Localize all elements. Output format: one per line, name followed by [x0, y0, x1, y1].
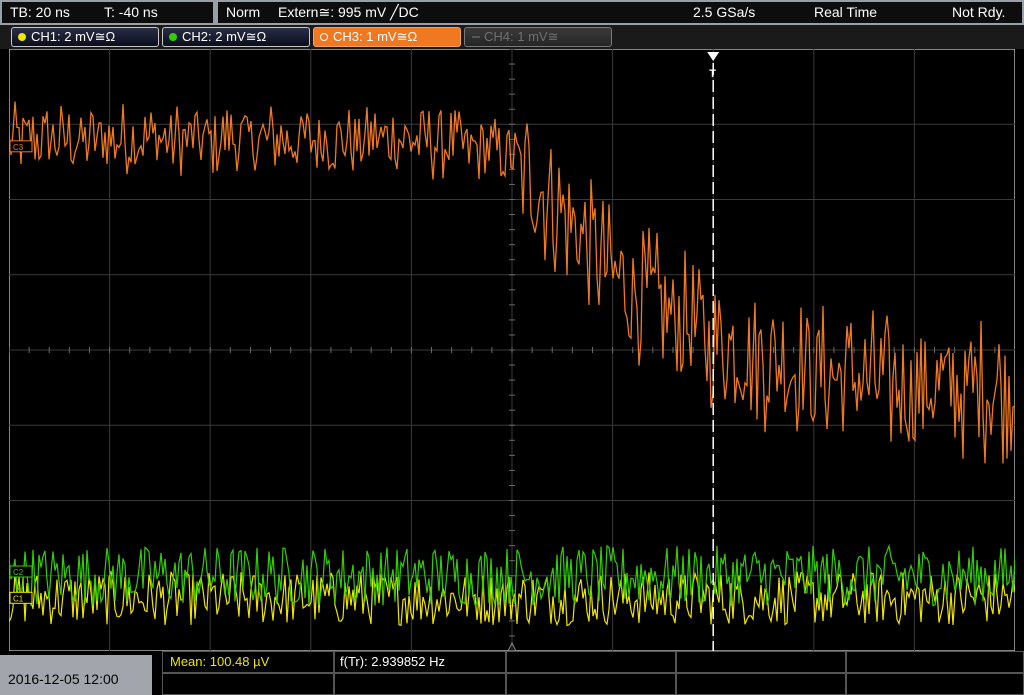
sample-rate-readout[interactable]: 2.5 GSa/s [693, 2, 755, 23]
timebase-panel[interactable]: TB: 20 ns T: -40 ns [2, 2, 213, 23]
channel-1-indicator-icon [18, 33, 26, 41]
channel-tab-bar: CH1: 2 mV≅Ω CH2: 2 mV≅Ω CH3: 1 mV≅Ω CH4:… [0, 25, 1024, 49]
measurement-slot-10[interactable] [846, 673, 1024, 695]
channel-3-indicator-icon [320, 33, 328, 41]
ch2-marker[interactable]: C2 [9, 565, 33, 578]
channel-3-tab[interactable]: CH3: 1 mV≅Ω [313, 27, 461, 47]
trigger-offset-readout[interactable]: T: -40 ns [104, 2, 158, 23]
channel-1-tab[interactable]: CH1: 2 mV≅Ω [11, 27, 159, 47]
channel-2-indicator-icon [169, 33, 177, 41]
measurement-slot-7[interactable] [334, 673, 506, 695]
channel-4-off-icon [472, 36, 480, 38]
measurement-bar: Mean: 100.48 µV f(Tr): 2.939852 Hz [162, 651, 1024, 695]
svg-text:C1: C1 [13, 594, 24, 603]
trigger-panel[interactable]: Norm Extern≅: 995 mV ╱DC 2.5 GSa/s Real … [218, 2, 1022, 23]
mean-measurement-value: Mean: 100.48 µV [170, 654, 270, 669]
channel-2-label: CH2: 2 mV≅Ω [182, 29, 267, 44]
ch1-marker[interactable]: C1 [9, 591, 33, 604]
waveform-display[interactable]: C3 C2 C1 T [9, 49, 1015, 651]
datetime-panel: 2016-12-05 12:00 [0, 655, 152, 695]
channel-3-label: CH3: 1 mV≅Ω [333, 29, 418, 44]
trigger-mode-readout[interactable]: Norm [226, 2, 260, 23]
ready-state-readout: Not Rdy. [952, 4, 1006, 20]
measurement-slot-6[interactable] [162, 673, 334, 695]
trigger-marker-label: T [709, 68, 716, 80]
svg-text:C3: C3 [13, 143, 24, 152]
channel-2-tab[interactable]: CH2: 2 mV≅Ω [162, 27, 310, 47]
mean-measurement[interactable]: Mean: 100.48 µV [162, 651, 334, 673]
frequency-measurement[interactable]: f(Tr): 2.939852 Hz [334, 651, 506, 673]
trigger-source-readout[interactable]: Extern≅: 995 mV ╱DC [278, 2, 419, 23]
acquisition-mode-readout[interactable]: Real Time [814, 2, 877, 23]
timebase-readout[interactable]: TB: 20 ns [10, 2, 70, 23]
status-bar: TB: 20 ns T: -40 ns Norm Extern≅: 995 mV… [0, 0, 1024, 25]
measurement-slot-4[interactable] [676, 651, 846, 673]
measurement-slot-3[interactable] [506, 651, 676, 673]
channel-1-label: CH1: 2 mV≅Ω [31, 29, 116, 44]
measurement-slot-8[interactable] [506, 673, 676, 695]
channel-4-label: CH4: 1 mV≅ [484, 29, 559, 44]
measurement-slot-9[interactable] [676, 673, 846, 695]
measurement-slot-5[interactable] [846, 651, 1024, 673]
datetime-readout: 2016-12-05 12:00 [8, 671, 119, 687]
channel-4-tab[interactable]: CH4: 1 mV≅ [464, 27, 612, 47]
svg-text:C2: C2 [13, 568, 24, 577]
ch3-marker[interactable]: C3 [9, 140, 33, 153]
frequency-measurement-value: f(Tr): 2.939852 Hz [340, 654, 446, 669]
